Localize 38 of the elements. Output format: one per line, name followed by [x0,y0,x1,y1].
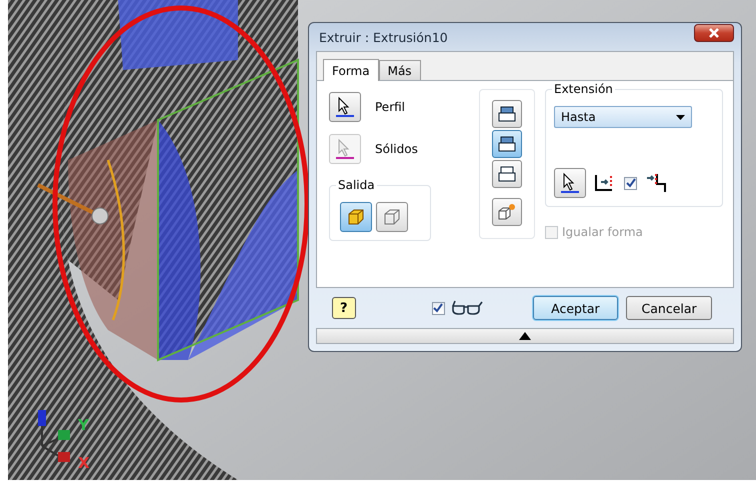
checkbox[interactable] [624,176,637,190]
direction-button[interactable] [492,160,522,188]
extrude-direction-icon [498,136,516,152]
cube-icon [382,207,402,227]
cube-icon [346,207,366,227]
group-title: Extensión [552,82,615,96]
cursor-icon [560,172,580,194]
asymmetric-button[interactable] [492,198,522,226]
close-button[interactable] [694,24,734,42]
cancel-button[interactable]: Cancelar [626,296,712,320]
group-title: Salida [336,178,377,192]
extrude-direction-icon [498,106,516,122]
selector-label: Perfil [375,100,406,114]
checkbox[interactable] [432,302,445,314]
surface-button[interactable] [376,202,408,232]
help-button[interactable]: ? [332,297,356,319]
cursor-icon [335,96,355,118]
glasses-icon [450,300,483,316]
tab[interactable]: Más [378,60,421,80]
axis-label: X [78,456,90,471]
extrude-direction-icon [498,166,516,182]
select-button[interactable] [554,168,586,198]
cursor-icon [335,138,355,160]
direction-button[interactable] [492,100,522,128]
extent-dropdown[interactable]: Hasta [554,106,692,128]
expand-icon [519,332,531,340]
select-button[interactable] [329,92,361,122]
close-icon [708,27,720,39]
direction-button[interactable] [492,130,522,158]
solid-button[interactable] [340,202,372,232]
window-title: Extruir : Extrusión10 [318,30,448,44]
tab[interactable]: Forma [323,59,379,81]
selector-label: Sólidos [375,142,418,156]
ok-button[interactable]: Aceptar [532,296,618,320]
cube-spark-icon [497,203,517,221]
extend-face-icon [645,172,667,194]
checkbox-label: Igualar forma [562,225,643,239]
caret-icon [676,114,685,120]
